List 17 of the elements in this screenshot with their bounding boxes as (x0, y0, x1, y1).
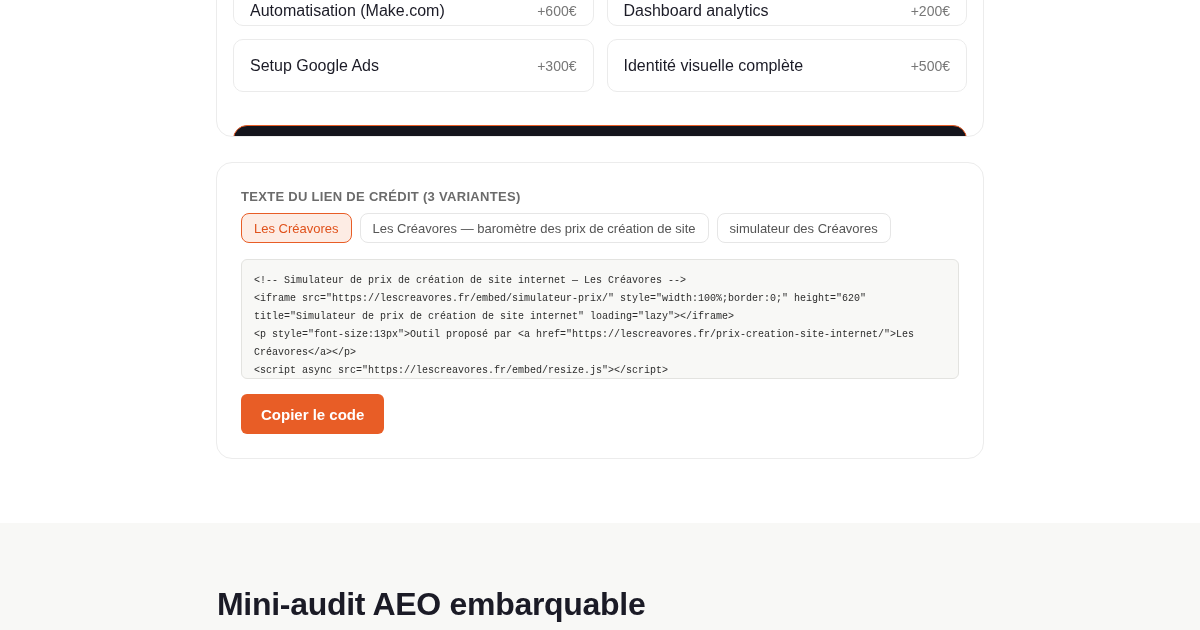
section-label: TEXTE DU LIEN DE CRÉDIT (3 VARIANTES) (241, 189, 521, 205)
option-label: Automatisation (Make.com) (250, 2, 445, 20)
option-label: Dashboard analytics (623, 2, 769, 20)
option-label: Identité visuelle complète (623, 56, 804, 75)
option-label: Setup Google Ads (250, 56, 379, 75)
variant-chip[interactable]: simulateur des Créavores (716, 213, 891, 243)
option-card[interactable]: Automatisation (Make.com) +600€ (233, 0, 594, 26)
option-price: +300€ (537, 56, 577, 75)
section-heading: Mini-audit AEO embarquable (216, 585, 646, 624)
option-price: +200€ (910, 2, 950, 20)
option-card[interactable]: Dashboard analytics +200€ (606, 0, 967, 26)
option-price: +500€ (910, 56, 950, 75)
option-price: +600€ (537, 2, 577, 20)
code-snippet: <!-- Simulateur de prix de création de site internet — Les Créavores --> <iframe src="https://lescreavores.fr/embed/simulateur-prix/" style="width:100%;border:0;" height="620" title="Simulateur de prix de création de site internet" loading="lazy"></iframe> <p style="font-size:13px">Outil proposé par <a href="https://lescreavores.fr/prix-creation-site-internet/">Les Créavores</a></p> <script async src="https://lescreavores.fr/embed/resize.js"></script> (241, 259, 959, 379)
variant-chip[interactable]: Les Créavores — baromètre des prix de création de site (359, 213, 709, 243)
option-card[interactable]: Setup Google Ads +300€ (233, 39, 594, 92)
option-card[interactable]: Identité visuelle complète +500€ (606, 39, 967, 92)
